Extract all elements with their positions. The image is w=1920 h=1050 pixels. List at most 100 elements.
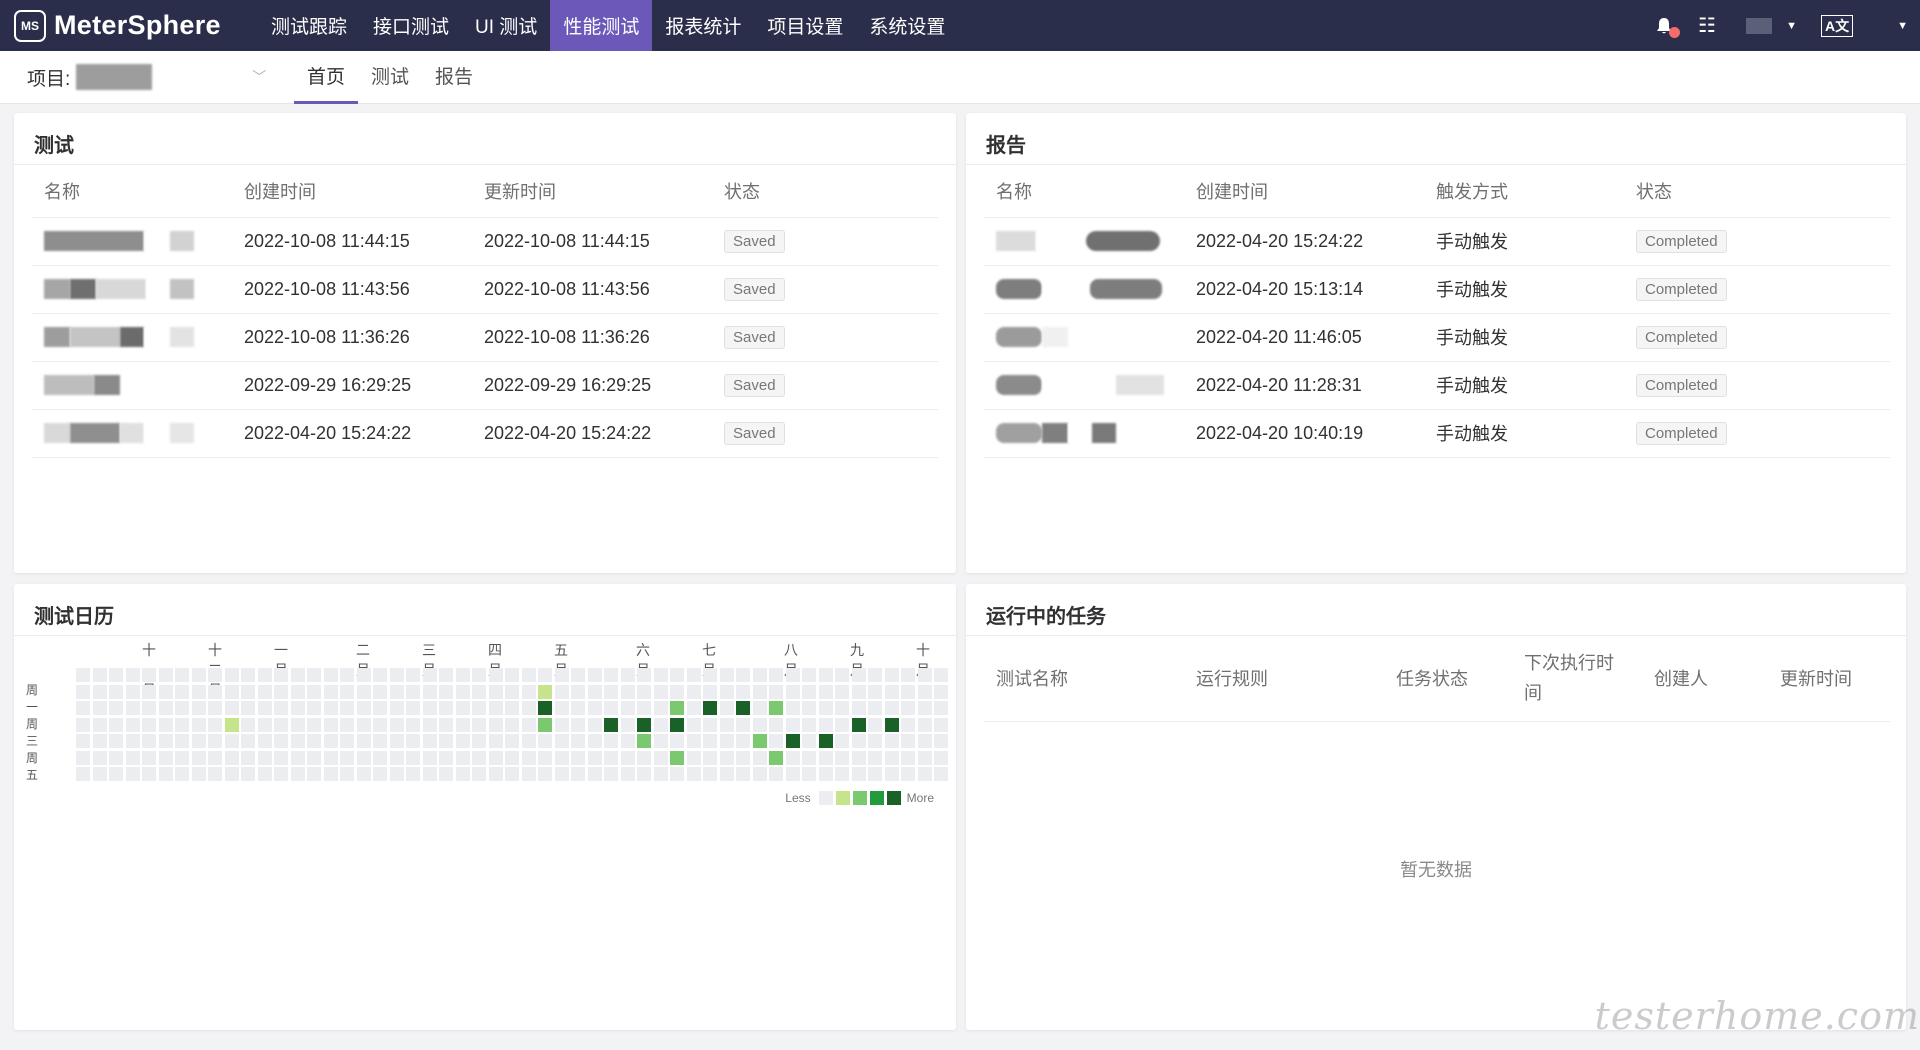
calendar-day-cell[interactable] bbox=[884, 767, 899, 781]
calendar-day-cell[interactable] bbox=[884, 717, 899, 732]
calendar-day-cell[interactable] bbox=[769, 750, 783, 765]
calendar-day-cell[interactable] bbox=[76, 684, 90, 699]
calendar-day-cell[interactable] bbox=[587, 750, 602, 765]
calendar-day-cell[interactable] bbox=[125, 767, 140, 781]
calendar-day-cell[interactable] bbox=[175, 701, 189, 715]
calendar-day-cell[interactable] bbox=[917, 767, 932, 781]
calendar-day-cell[interactable] bbox=[208, 717, 222, 732]
calendar-day-cell[interactable] bbox=[736, 668, 750, 682]
calendar-day-cell[interactable] bbox=[422, 701, 437, 715]
calendar-day-cell[interactable] bbox=[571, 734, 585, 748]
calendar-day-cell[interactable] bbox=[736, 767, 750, 781]
calendar-day-cell[interactable] bbox=[307, 767, 321, 781]
nav-item-project-settings[interactable]: 项目设置 bbox=[754, 0, 856, 51]
calendar-day-cell[interactable] bbox=[109, 668, 123, 682]
calendar-day-cell[interactable] bbox=[307, 701, 321, 715]
calendar-day-cell[interactable] bbox=[175, 717, 189, 732]
calendar-day-cell[interactable] bbox=[472, 668, 486, 682]
calendar-day-cell[interactable] bbox=[373, 734, 387, 748]
calendar-day-cell[interactable] bbox=[785, 717, 800, 732]
calendar-day-cell[interactable] bbox=[752, 750, 767, 765]
calendar-day-cell[interactable] bbox=[307, 684, 321, 699]
calendar-day-cell[interactable] bbox=[620, 684, 635, 699]
calendar-day-cell[interactable] bbox=[373, 750, 387, 765]
test-name-redacted[interactable] bbox=[44, 327, 232, 347]
calendar-day-cell[interactable] bbox=[752, 701, 767, 715]
calendar-day-cell[interactable] bbox=[538, 734, 552, 748]
tab-report[interactable]: 报告 bbox=[422, 51, 486, 104]
calendar-day-cell[interactable] bbox=[835, 717, 849, 732]
calendar-day-cell[interactable] bbox=[571, 767, 585, 781]
calendar-day-cell[interactable] bbox=[752, 684, 767, 699]
calendar-day-cell[interactable] bbox=[521, 767, 536, 781]
calendar-day-cell[interactable] bbox=[670, 767, 684, 781]
calendar-day-cell[interactable] bbox=[620, 717, 635, 732]
test-name-redacted[interactable] bbox=[44, 375, 232, 395]
calendar-day-cell[interactable] bbox=[835, 701, 849, 715]
user-menu-chevron-down-icon[interactable]: ▼ bbox=[1786, 20, 1797, 32]
calendar-day-cell[interactable] bbox=[257, 750, 272, 765]
calendar-day-cell[interactable] bbox=[455, 684, 470, 699]
calendar-day-cell[interactable] bbox=[241, 734, 255, 748]
calendar-day-cell[interactable] bbox=[257, 668, 272, 682]
calendar-day-cell[interactable] bbox=[241, 717, 255, 732]
calendar-day-cell[interactable] bbox=[802, 750, 816, 765]
calendar-day-cell[interactable] bbox=[92, 734, 107, 748]
calendar-day-cell[interactable] bbox=[208, 701, 222, 715]
calendar-day-cell[interactable] bbox=[455, 750, 470, 765]
calendar-day-cell[interactable] bbox=[439, 750, 453, 765]
calendar-day-cell[interactable] bbox=[703, 767, 717, 781]
calendar-day-cell[interactable] bbox=[356, 717, 371, 732]
calendar-day-cell[interactable] bbox=[340, 717, 354, 732]
calendar-day-cell[interactable] bbox=[653, 767, 668, 781]
calendar-day-cell[interactable] bbox=[76, 701, 90, 715]
calendar-day-cell[interactable] bbox=[224, 734, 239, 748]
calendar-day-cell[interactable] bbox=[389, 684, 404, 699]
calendar-day-cell[interactable] bbox=[934, 701, 948, 715]
calendar-day-cell[interactable] bbox=[356, 701, 371, 715]
calendar-day-cell[interactable] bbox=[818, 701, 833, 715]
calendar-day-cell[interactable] bbox=[274, 684, 288, 699]
calendar-day-cell[interactable] bbox=[868, 701, 882, 715]
calendar-day-cell[interactable] bbox=[257, 734, 272, 748]
calendar-day-cell[interactable] bbox=[224, 767, 239, 781]
calendar-day-cell[interactable] bbox=[934, 717, 948, 732]
project-selector[interactable]: 项目: ﹀ bbox=[0, 64, 270, 91]
calendar-day-cell[interactable] bbox=[208, 684, 222, 699]
calendar-day-cell[interactable] bbox=[703, 701, 717, 715]
calendar-day-cell[interactable] bbox=[703, 684, 717, 699]
calendar-day-cell[interactable] bbox=[587, 701, 602, 715]
report-name-redacted[interactable] bbox=[996, 423, 1184, 443]
avatar[interactable] bbox=[1746, 17, 1773, 34]
calendar-day-cell[interactable] bbox=[455, 701, 470, 715]
calendar-day-cell[interactable] bbox=[736, 684, 750, 699]
calendar-day-cell[interactable] bbox=[158, 734, 173, 748]
project-chevron-down-icon[interactable]: ﹀ bbox=[252, 67, 266, 87]
calendar-day-cell[interactable] bbox=[604, 750, 618, 765]
calendar-day-cell[interactable] bbox=[505, 701, 519, 715]
calendar-day-cell[interactable] bbox=[323, 717, 338, 732]
calendar-day-cell[interactable] bbox=[884, 701, 899, 715]
test-name-redacted[interactable] bbox=[44, 231, 232, 251]
test-name-redacted[interactable] bbox=[44, 279, 232, 299]
calendar-day-cell[interactable] bbox=[488, 701, 503, 715]
calendar-day-cell[interactable] bbox=[538, 717, 552, 732]
calendar-day-cell[interactable] bbox=[505, 767, 519, 781]
calendar-day-cell[interactable] bbox=[868, 717, 882, 732]
calendar-day-cell[interactable] bbox=[802, 701, 816, 715]
calendar-day-cell[interactable] bbox=[818, 668, 833, 682]
calendar-day-cell[interactable] bbox=[752, 717, 767, 732]
calendar-day-cell[interactable] bbox=[274, 668, 288, 682]
calendar-day-cell[interactable] bbox=[257, 717, 272, 732]
calendar-day-cell[interactable] bbox=[620, 668, 635, 682]
calendar-day-cell[interactable] bbox=[488, 668, 503, 682]
calendar-day-cell[interactable] bbox=[422, 668, 437, 682]
calendar-day-cell[interactable] bbox=[109, 734, 123, 748]
calendar-day-cell[interactable] bbox=[851, 767, 866, 781]
calendar-day-cell[interactable] bbox=[785, 767, 800, 781]
calendar-day-cell[interactable] bbox=[356, 734, 371, 748]
calendar-day-cell[interactable] bbox=[521, 734, 536, 748]
nav-item-report-stats[interactable]: 报表统计 bbox=[652, 0, 754, 51]
calendar-day-cell[interactable] bbox=[373, 767, 387, 781]
calendar-day-cell[interactable] bbox=[884, 734, 899, 748]
